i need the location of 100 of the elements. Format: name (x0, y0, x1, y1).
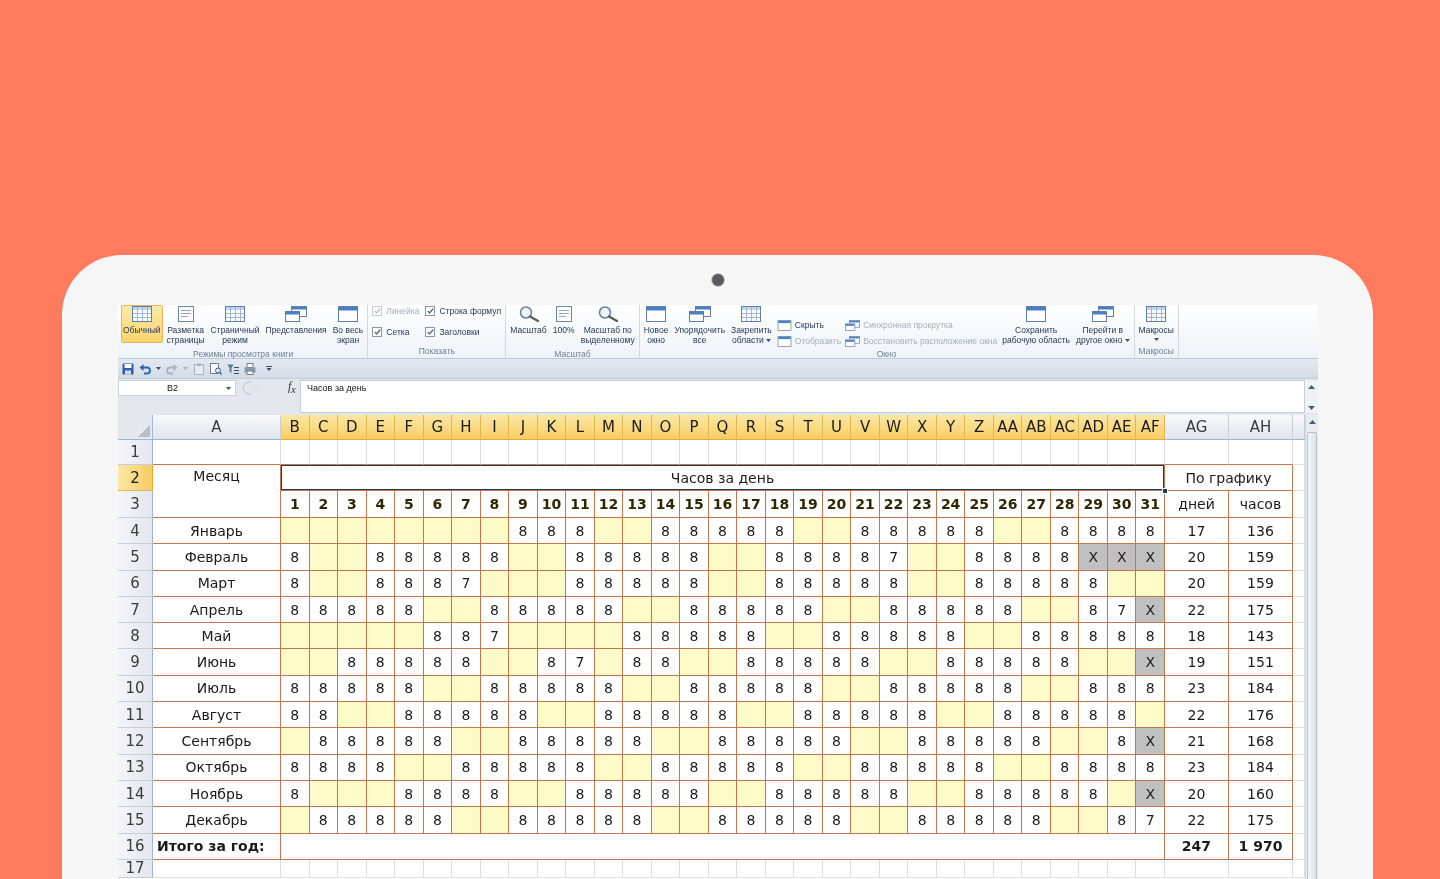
row-header[interactable]: 16 (118, 833, 153, 860)
column-header[interactable]: P (680, 415, 709, 440)
row-header[interactable]: 1 (118, 440, 153, 465)
column-header[interactable]: AC (1050, 415, 1080, 440)
printer-icon[interactable] (244, 362, 256, 375)
ribbon-button[interactable]: Макросы (1136, 305, 1176, 344)
vertical-scrollbar[interactable] (1305, 415, 1318, 879)
table-cell: 8 (1022, 544, 1051, 571)
ribbon-button[interactable]: Перейти в другое окно (1074, 305, 1132, 348)
arrow-up-icon[interactable] (1308, 420, 1316, 424)
ribbon-button[interactable]: Разметка страницы (164, 305, 207, 348)
checkbox[interactable] (372, 327, 383, 337)
column-header[interactable]: Q (708, 415, 738, 440)
table-cell: 8 (509, 754, 538, 781)
column-header[interactable]: AH (1229, 415, 1293, 440)
column-header[interactable]: H (452, 415, 481, 440)
column-header[interactable]: O (651, 415, 681, 440)
checkbox-label[interactable]: Сетка (386, 327, 410, 337)
ribbon-button[interactable]: Закрепить области (729, 305, 774, 348)
table-cell: 8 (366, 807, 396, 834)
name-box[interactable]: B2 (118, 380, 236, 396)
row-header[interactable]: 8 (118, 623, 153, 650)
clipboard-icon[interactable] (193, 362, 205, 375)
column-header[interactable]: F (395, 415, 424, 440)
ribbon-button[interactable]: Обычный (121, 305, 163, 343)
column-header[interactable]: M (594, 415, 624, 440)
column-header[interactable]: D (338, 415, 367, 440)
header-cell[interactable]: Месяц (153, 465, 281, 518)
column-header[interactable]: W (879, 415, 909, 440)
ribbon-button[interactable]: Новое окно (641, 305, 671, 348)
checkbox[interactable] (425, 306, 436, 316)
column-header[interactable]: Z (965, 415, 994, 440)
checkbox[interactable] (425, 327, 436, 337)
checkbox-label[interactable]: Заголовки (439, 327, 480, 337)
table-cell: 25 (965, 491, 994, 518)
ribbon-button[interactable]: Страничный режим (208, 305, 262, 348)
column-header[interactable]: AB (1022, 415, 1051, 440)
fill-handle[interactable] (1162, 488, 1168, 494)
column-header[interactable]: A (153, 415, 281, 440)
row-header[interactable]: 12 (118, 728, 153, 755)
column-header[interactable]: AE (1107, 415, 1137, 440)
header-cell[interactable]: Часов за день (281, 465, 1165, 491)
ribbon-button[interactable]: Масштаб по выделенному (578, 305, 637, 348)
ribbon-button[interactable]: Масштаб (508, 305, 549, 343)
ribbon-button[interactable]: Сохранить рабочую область (1000, 305, 1073, 348)
column-header[interactable]: B (281, 415, 310, 440)
column-header[interactable]: L (566, 415, 595, 440)
row-header[interactable]: 13 (118, 754, 153, 781)
formula-field[interactable]: Часов за день (300, 380, 1305, 413)
column-header[interactable]: AF (1136, 415, 1165, 440)
table-cell: 8 (794, 807, 823, 834)
insert-function-button[interactable]: f$_{x}$ (288, 379, 296, 397)
column-header[interactable]: U (822, 415, 852, 440)
ribbon-button[interactable]: 100% (550, 305, 577, 343)
scroll-thumb[interactable] (1307, 432, 1317, 879)
sheet-icon (130, 306, 153, 322)
arrow-down-icon[interactable] (1308, 406, 1315, 410)
undo-icon[interactable] (139, 362, 151, 375)
row-header[interactable]: 6 (118, 570, 153, 597)
column-header[interactable]: AG (1165, 415, 1229, 440)
row-header[interactable]: 10 (118, 675, 153, 703)
column-header[interactable]: S (765, 415, 795, 440)
column-header[interactable]: T (794, 415, 823, 440)
ribbon-button[interactable]: Упорядочить все (672, 305, 728, 348)
column-header[interactable]: E (366, 415, 396, 440)
row-header[interactable]: 15 (118, 807, 153, 834)
caret-icon[interactable] (156, 367, 161, 370)
row-header[interactable]: 4 (118, 518, 153, 545)
column-header[interactable]: R (737, 415, 766, 440)
checkbox-label[interactable]: Строка формул (439, 306, 502, 316)
row-header[interactable]: 11 (118, 702, 153, 729)
caret-icon (226, 386, 231, 390)
row-header[interactable]: 5 (118, 544, 153, 571)
column-header[interactable]: AD (1079, 415, 1108, 440)
table-cell: 8 (794, 780, 823, 808)
header-cell[interactable]: По графику (1165, 465, 1293, 491)
arrow-up-icon[interactable] (1308, 385, 1315, 389)
column-header[interactable]: Y (936, 415, 966, 440)
filter-icon[interactable] (227, 362, 239, 375)
table-cell: 8 (1107, 807, 1137, 834)
column-header[interactable]: K (537, 415, 567, 440)
row-header[interactable]: 3 (118, 491, 153, 518)
column-header[interactable]: G (423, 415, 453, 440)
column-header[interactable]: J (509, 415, 538, 440)
ribbon-button[interactable]: Представления (263, 305, 329, 343)
ribbon-button[interactable]: Скрыть (775, 318, 843, 332)
column-header[interactable]: AA (993, 415, 1023, 440)
row-header[interactable]: 9 (118, 649, 153, 676)
print-preview-icon[interactable] (210, 362, 222, 375)
column-header[interactable]: C (309, 415, 339, 440)
row-header[interactable]: 2 (118, 465, 153, 491)
row-header[interactable]: 14 (118, 780, 153, 808)
column-header[interactable]: I (480, 415, 510, 440)
column-header[interactable]: N (623, 415, 652, 440)
column-header[interactable]: X (908, 415, 937, 440)
dropdown-icon[interactable] (266, 366, 272, 371)
save-icon[interactable] (122, 362, 134, 375)
ribbon-button[interactable]: Во весь экран (330, 305, 366, 348)
column-header[interactable]: V (851, 415, 880, 440)
row-header[interactable]: 7 (118, 596, 153, 624)
